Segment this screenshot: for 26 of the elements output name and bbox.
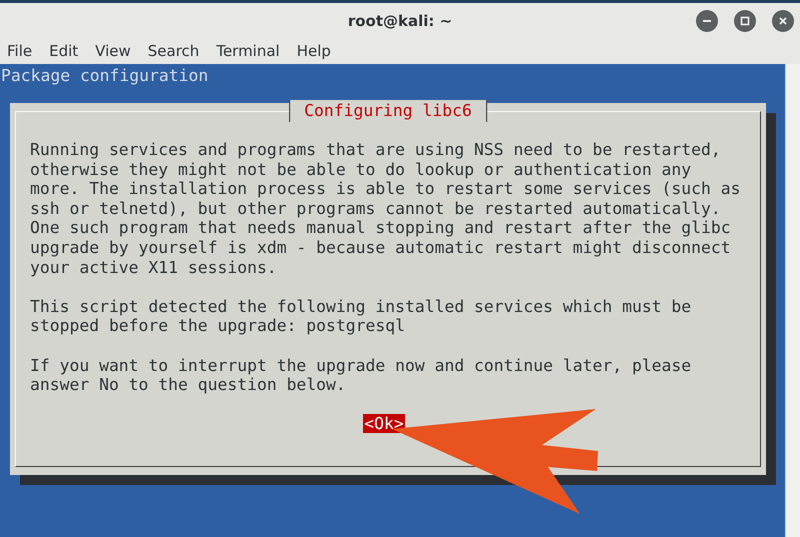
message-text: more. The installation process is able to restart some services (such as [30,179,742,199]
maximize-button[interactable] [734,10,756,32]
message-text: If you want to interrupt the upgrade now and continue later, please [30,356,692,376]
menu-item[interactable]: Edit [49,42,78,60]
message-text: answer No to the question below. [30,375,347,395]
menu-item[interactable]: Terminal [216,42,280,60]
message-text: otherwise they might not be able to do lookup or authentication any [30,160,692,180]
message-text: upgrade by yourself is xdm - because automatic restart might disconnect [30,238,732,258]
window-title: root@kali: ~ [348,12,452,30]
menu-item[interactable]: Search [148,42,200,60]
close-icon [778,16,788,26]
message-text: This script detected the following installed services which must be [30,296,692,316]
message-text: your active X11 sessions. [30,258,278,278]
package-configuration-header: Package configuration [0,65,210,87]
message-text: Running services and programs that are using NSS need to be restarted, [30,140,722,160]
ok-button[interactable]: <Ok> [363,414,405,434]
close-button[interactable] [772,10,794,32]
message-text: stopped before the upgrade: postgresql [30,316,406,336]
dialog-title: Configuring libc6 [289,100,487,122]
menu-item[interactable]: View [95,42,131,60]
minimize-button[interactable] [696,10,718,32]
message-text: ssh or telnetd), but other programs cannot be restarted automatically. [30,198,722,218]
maximize-icon [740,16,750,26]
menu-item[interactable]: File [7,42,32,60]
message-text: One such program that needs manual stopping and restart after the glibc [30,218,732,238]
menu-item[interactable]: Help [296,42,331,60]
